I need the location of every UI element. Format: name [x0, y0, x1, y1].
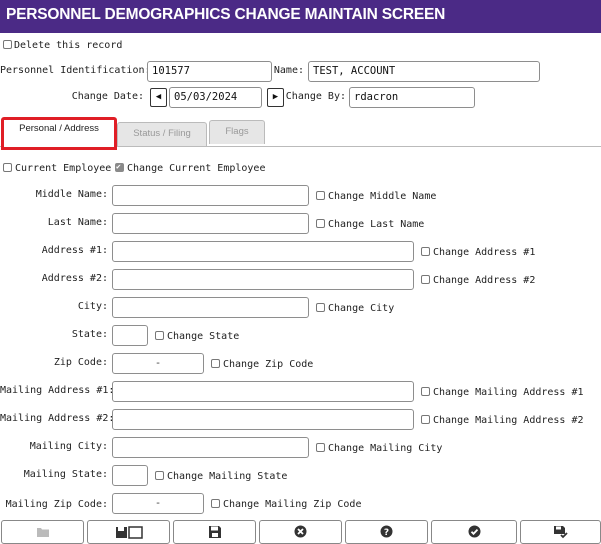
address2-input[interactable] [112, 269, 414, 290]
next-date-button[interactable]: ▶ [267, 88, 284, 107]
change-mailing-state-checkbox[interactable] [155, 471, 164, 480]
help-icon: ? [380, 525, 393, 538]
personnel-id-input[interactable]: 101577 [147, 61, 272, 82]
change-address1-checkbox[interactable] [421, 247, 430, 256]
save-and-close-button[interactable] [520, 520, 601, 544]
save-and-open-button[interactable] [87, 520, 170, 544]
change-last-name-checkbox[interactable] [316, 219, 325, 228]
change-mailing-zip-code-checkbox[interactable] [211, 499, 220, 508]
city-label: City: [77, 301, 108, 312]
mailing-state-input[interactable] [112, 465, 148, 486]
tab-personal-address[interactable]: Personal / Address [1, 117, 117, 150]
title-bar: PERSONNEL DEMOGRAPHICS CHANGE MAINTAIN S… [0, 0, 601, 33]
change-mailing-address2-label: Change Mailing Address #2 [433, 415, 584, 426]
ok-icon [468, 525, 480, 538]
name-input[interactable]: TEST, ACCOUNT [308, 61, 540, 82]
change-mailing-city-checkbox[interactable] [316, 443, 325, 452]
cancel-icon [294, 525, 307, 538]
previous-date-button[interactable]: ◀ [150, 88, 167, 107]
change-by-label: Change By: [285, 91, 346, 102]
address2-label: Address #2: [41, 273, 108, 284]
mailing-address2-input[interactable] [112, 409, 414, 430]
current-employee-label: Current Employee [15, 163, 112, 174]
svg-text:?: ? [384, 528, 389, 538]
save-icon [208, 525, 221, 538]
change-current-employee-label: Change Current Employee [127, 163, 266, 174]
change-date-input[interactable]: 05/03/2024 [169, 87, 262, 108]
page-title: PERSONNEL DEMOGRAPHICS CHANGE MAINTAIN S… [6, 6, 446, 23]
change-zip-code-checkbox[interactable] [211, 359, 220, 368]
delete-record-checkbox[interactable] [3, 40, 12, 49]
folder-icon [36, 527, 49, 537]
mailing-zip-code-label: Mailing Zip Code: [5, 499, 108, 510]
change-zip-code-label: Change Zip Code [223, 359, 314, 370]
change-by-input[interactable]: rdacron [349, 87, 475, 108]
city-input[interactable] [112, 297, 309, 318]
last-name-label: Last Name: [47, 217, 108, 228]
change-city-checkbox[interactable] [316, 303, 325, 312]
mailing-address1-input[interactable] [112, 381, 414, 402]
change-middle-name-label: Change Middle Name [328, 191, 437, 202]
change-mailing-address1-checkbox[interactable] [421, 387, 430, 396]
change-address2-checkbox[interactable] [421, 275, 430, 284]
save-check-icon [553, 525, 568, 538]
delete-record-label: Delete this record [14, 40, 123, 51]
change-middle-name-checkbox[interactable] [316, 191, 325, 200]
change-mailing-state-label: Change Mailing State [167, 471, 288, 482]
state-label: State: [71, 329, 108, 340]
mailing-city-label: Mailing City: [29, 441, 108, 452]
zip-code-input[interactable]: - [112, 353, 204, 374]
change-mailing-zip-code-label: Change Mailing Zip Code [223, 499, 362, 510]
mailing-address2-label: Mailing Address #2: [0, 413, 115, 424]
change-mailing-city-label: Change Mailing City [328, 443, 443, 454]
address1-input[interactable] [112, 241, 414, 262]
state-input[interactable] [112, 325, 148, 346]
change-address1-label: Change Address #1 [433, 247, 536, 258]
save-button[interactable] [173, 520, 256, 544]
mailing-state-label: Mailing State: [23, 469, 108, 480]
change-state-checkbox[interactable] [155, 331, 164, 340]
middle-name-input[interactable] [112, 185, 309, 206]
zip-code-label: Zip Code: [53, 357, 108, 368]
tab-status-filing[interactable]: Status / Filing [117, 122, 207, 146]
personnel-id-label: Personnel Identification: [0, 65, 151, 76]
change-last-name-label: Change Last Name [328, 219, 425, 230]
change-state-label: Change State [167, 331, 240, 342]
change-current-employee-checkbox[interactable] [115, 162, 124, 172]
mailing-address1-label: Mailing Address #1: [0, 385, 115, 396]
help-button[interactable]: ? [345, 520, 428, 544]
mailing-city-input[interactable] [112, 437, 309, 458]
current-employee-checkbox[interactable] [3, 163, 12, 172]
cancel-button[interactable] [259, 520, 342, 544]
mailing-zip-code-input[interactable]: - [112, 493, 204, 514]
address1-label: Address #1: [41, 245, 108, 256]
save-and-open-icon [115, 525, 143, 539]
change-address2-label: Change Address #2 [433, 275, 536, 286]
change-city-label: Change City [328, 303, 395, 314]
change-mailing-address1-label: Change Mailing Address #1 [433, 387, 584, 398]
tab-flags[interactable]: Flags [209, 120, 265, 144]
change-mailing-address2-checkbox[interactable] [421, 415, 430, 424]
ok-button[interactable] [431, 520, 517, 544]
open-folder-button[interactable] [1, 520, 84, 544]
change-date-label: Change Date: [71, 91, 144, 102]
last-name-input[interactable] [112, 213, 309, 234]
name-label: Name: [273, 65, 304, 76]
middle-name-label: Middle Name: [35, 189, 108, 200]
